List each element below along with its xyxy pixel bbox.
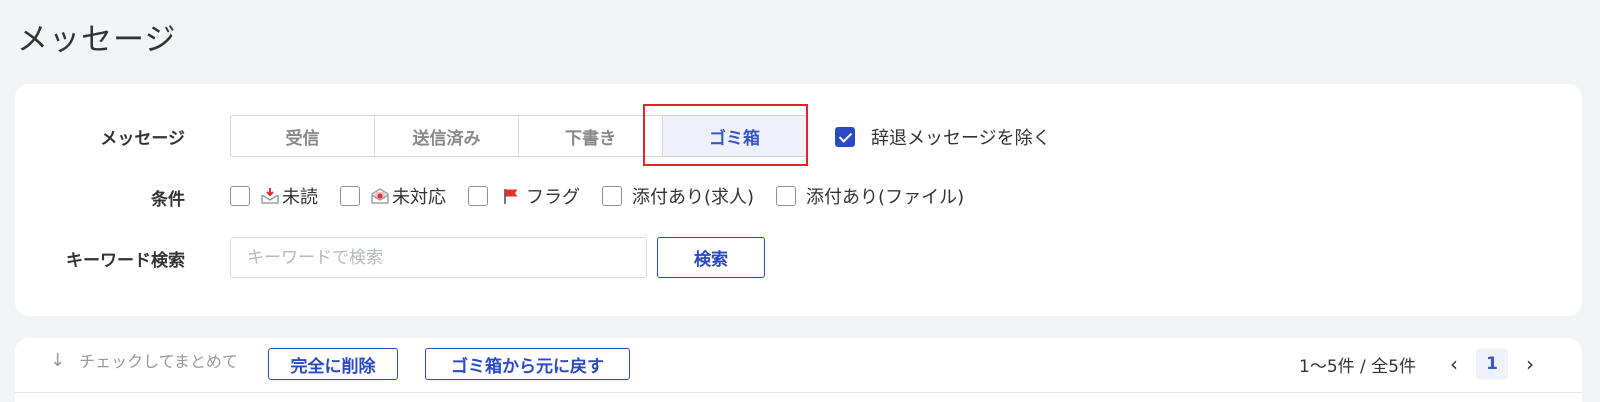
attach-file-label[interactable]: 添付あり(ファイル)	[806, 183, 964, 209]
unread-label[interactable]: 未読	[282, 183, 318, 209]
message-filter-label: メッセージ	[100, 129, 185, 149]
unhandled-checkbox[interactable]	[340, 186, 360, 206]
arrow-down-icon: ↓	[50, 349, 66, 371]
condition-unread: 未読	[230, 183, 318, 209]
search-button[interactable]: 検索	[657, 237, 765, 278]
page-number-current[interactable]: 1	[1476, 349, 1508, 379]
flag-label[interactable]: フラグ	[526, 183, 580, 209]
bulk-hint-text: チェックしてまとめて	[79, 352, 238, 371]
keyword-search-input[interactable]	[230, 237, 647, 278]
tab-trash[interactable]: ゴミ箱	[662, 115, 807, 157]
conditions-row: 未読 未対応 フラグ 添付あり(求人) 添付あり(ファイル)	[230, 184, 986, 208]
chevron-right-icon[interactable]: ›	[1520, 352, 1540, 376]
tab-drafts[interactable]: 下書き	[518, 115, 663, 157]
unread-inbox-icon	[260, 187, 280, 205]
delete-permanently-button[interactable]: 完全に削除	[268, 348, 398, 380]
result-range: 1〜5件 / 全5件	[1299, 356, 1416, 377]
attach-job-checkbox[interactable]	[602, 186, 622, 206]
keyword-search-label: キーワード検索	[66, 251, 185, 271]
bulk-action-bar: ↓ チェックしてまとめて 完全に削除 ゴミ箱から元に戻す 1〜5件 / 全5件 …	[15, 338, 1582, 402]
tab-inbox[interactable]: 受信	[230, 115, 375, 157]
exclude-declined-option: 辞退メッセージを除く	[835, 124, 1051, 150]
attach-file-checkbox[interactable]	[776, 186, 797, 206]
bulk-hint: ↓ チェックしてまとめて	[50, 348, 238, 372]
pagination: 1〜5件 / 全5件 ‹ 1 ›	[1299, 348, 1540, 380]
conditions-label: 条件	[151, 190, 185, 210]
condition-unhandled: 未対応	[340, 183, 446, 209]
exclude-declined-checkbox[interactable]	[835, 127, 855, 147]
condition-flag: フラグ	[468, 183, 580, 209]
attach-job-label[interactable]: 添付あり(求人)	[632, 183, 754, 209]
filter-panel: メッセージ 受信 送信済み 下書き ゴミ箱 辞退メッセージを除く 条件 未読 未…	[15, 84, 1582, 316]
exclude-declined-label[interactable]: 辞退メッセージを除く	[871, 124, 1051, 150]
page-title: メッセージ	[17, 22, 177, 58]
flag-checkbox[interactable]	[468, 186, 488, 206]
chevron-left-icon[interactable]: ‹	[1444, 352, 1464, 376]
unread-checkbox[interactable]	[230, 186, 250, 206]
unhandled-label[interactable]: 未対応	[392, 183, 446, 209]
message-folder-tabs: 受信 送信済み 下書き ゴミ箱	[230, 115, 807, 157]
condition-attach-job: 添付あり(求人)	[602, 183, 754, 209]
divider	[15, 392, 1582, 393]
condition-attach-file: 添付あり(ファイル)	[776, 183, 964, 209]
open-envelope-icon	[370, 187, 390, 205]
tab-sent[interactable]: 送信済み	[374, 115, 519, 157]
red-flag-icon	[502, 187, 520, 205]
restore-from-trash-button[interactable]: ゴミ箱から元に戻す	[425, 348, 630, 380]
